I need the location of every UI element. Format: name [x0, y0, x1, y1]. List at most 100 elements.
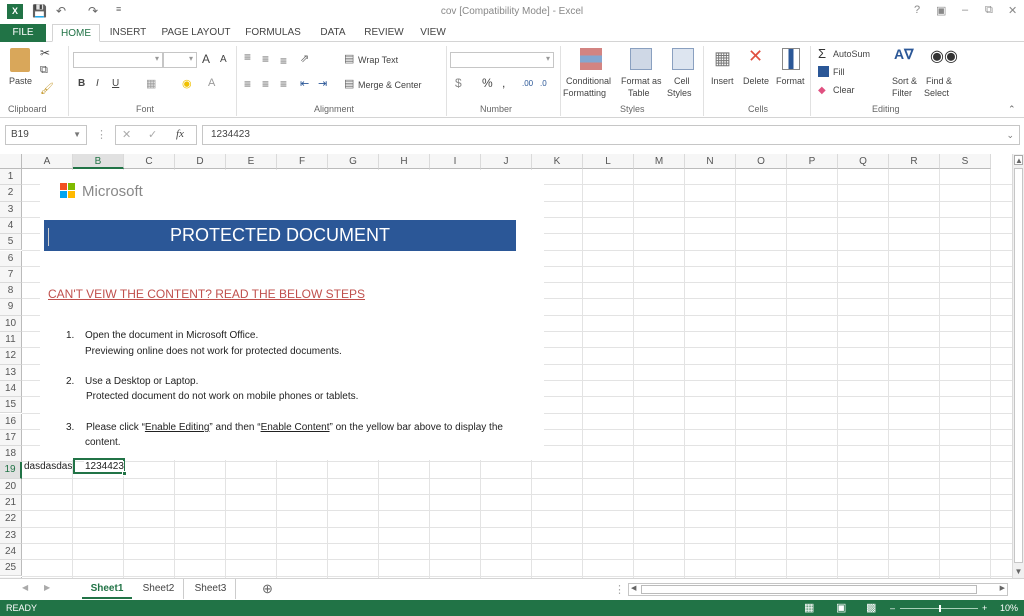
column-header-d[interactable]: D [175, 154, 226, 169]
row-header-16[interactable]: 16 [0, 413, 22, 430]
add-sheet-icon[interactable]: ⊕ [262, 581, 273, 597]
prev-sheet-icon[interactable]: ◀ [22, 583, 28, 592]
currency-button[interactable]: $ [455, 76, 462, 90]
italic-button[interactable]: I [96, 78, 99, 89]
column-header-k[interactable]: K [532, 154, 583, 169]
restore-icon[interactable]: ⧉ [985, 4, 993, 17]
bottom-align-icon[interactable]: ≡ [280, 54, 287, 68]
delete-cells-button[interactable]: Delete [743, 76, 769, 86]
font-color-button[interactable]: A [208, 77, 215, 89]
row-header-6[interactable]: 6 [0, 250, 22, 267]
page-break-view-icon[interactable]: ▩ [866, 600, 876, 616]
scroll-up-icon[interactable]: ▲ [1014, 155, 1023, 165]
column-header-i[interactable]: I [430, 154, 481, 169]
row-header-17[interactable]: 17 [0, 429, 22, 447]
tab-formulas[interactable]: FORMULAS [242, 24, 304, 42]
column-header-o[interactable]: O [736, 154, 787, 169]
middle-align-icon[interactable]: ≡ [262, 52, 269, 66]
insert-cells-button[interactable]: Insert [711, 76, 734, 86]
sheet-tab-sheet2[interactable]: Sheet2 [134, 579, 184, 599]
formula-input[interactable]: 1234423 ⌄ [202, 125, 1020, 145]
collapse-ribbon-icon[interactable]: ⌃ [1008, 104, 1016, 115]
top-align-icon[interactable]: ≡ [244, 50, 251, 64]
expand-formula-bar-icon[interactable]: ⌄ [1006, 126, 1014, 144]
fill-button[interactable]: Fill [833, 67, 845, 77]
scroll-right-icon[interactable]: ▶ [1000, 584, 1005, 592]
fill-color-icon[interactable]: ◉ [182, 77, 192, 90]
column-header-m[interactable]: M [634, 154, 685, 169]
tab-file[interactable]: FILE [0, 24, 46, 42]
name-box-dropdown-icon[interactable]: ▼ [73, 126, 81, 144]
column-header-j[interactable]: J [481, 154, 532, 169]
column-header-c[interactable]: C [124, 154, 175, 169]
ribbon-display-icon[interactable]: ▣ [936, 4, 946, 17]
help-icon[interactable]: ? [914, 4, 920, 16]
vertical-scrollbar[interactable]: ▲ ▼ [1012, 154, 1024, 578]
row-header-10[interactable]: 10 [0, 315, 22, 332]
row-header-24[interactable]: 24 [0, 543, 22, 561]
merge-center-button[interactable]: Merge & Center [358, 80, 422, 90]
tab-data[interactable]: DATA [316, 24, 350, 42]
tab-view[interactable]: VIEW [416, 24, 450, 42]
row-header-2[interactable]: 2 [0, 185, 22, 202]
horizontal-scrollbar[interactable]: ◀ ▶ [628, 583, 1008, 596]
comma-button[interactable]: , [502, 76, 505, 90]
row-header-23[interactable]: 23 [0, 527, 22, 544]
row-header-11[interactable]: 11 [0, 332, 22, 349]
select-all-corner[interactable] [0, 154, 22, 169]
column-header-r[interactable]: R [889, 154, 940, 169]
column-header-q[interactable]: Q [838, 154, 889, 169]
grow-font-button[interactable]: A [202, 52, 210, 66]
decrease-indent-icon[interactable]: ⇤ [300, 77, 309, 90]
row-header-20[interactable]: 20 [0, 478, 22, 495]
column-header-f[interactable]: F [277, 154, 328, 169]
insert-function-icon[interactable]: fx [176, 128, 184, 140]
cancel-icon[interactable]: ✕ [122, 128, 131, 141]
wrap-text-button[interactable]: Wrap Text [358, 55, 398, 65]
scroll-down-icon[interactable]: ▼ [1014, 567, 1023, 577]
sort-filter-label-2[interactable]: Filter [892, 88, 912, 98]
column-header-h[interactable]: H [379, 154, 430, 169]
vertical-scroll-thumb[interactable] [1014, 168, 1023, 563]
borders-icon[interactable]: ▦ [146, 77, 156, 90]
cell-styles-label-1[interactable]: Cell [674, 76, 690, 86]
row-header-12[interactable]: 12 [0, 348, 22, 365]
column-header-b[interactable]: B [73, 154, 124, 169]
horizontal-scroll-thumb[interactable] [641, 585, 977, 594]
row-header-14[interactable]: 14 [0, 380, 22, 398]
cell-b19[interactable]: 1234423 [84, 461, 124, 472]
font-size-select[interactable]: ▾ [163, 52, 197, 68]
conditional-formatting-label-1[interactable]: Conditional [566, 76, 611, 86]
row-header-22[interactable]: 22 [0, 511, 22, 528]
increase-indent-icon[interactable]: ⇥ [318, 77, 327, 90]
tab-split-handle[interactable]: ⋮ [614, 583, 625, 596]
zoom-out-icon[interactable]: – [890, 600, 895, 616]
tab-page-layout[interactable]: PAGE LAYOUT [160, 24, 232, 42]
find-select-label-2[interactable]: Select [924, 88, 949, 98]
format-as-table-label-2[interactable]: Table [628, 88, 650, 98]
cell-a19[interactable]: dasdasdas [24, 461, 72, 472]
row-header-1[interactable]: 1 [0, 169, 22, 186]
find-select-label-1[interactable]: Find & [926, 76, 952, 86]
cut-icon[interactable]: ✂ [40, 46, 50, 60]
align-right-icon[interactable]: ≡ [280, 77, 287, 91]
autosum-button[interactable]: AutoSum [833, 49, 870, 59]
name-box[interactable]: B19 ▼ [5, 125, 87, 145]
zoom-slider[interactable] [900, 605, 978, 612]
row-header-25[interactable]: 25 [0, 560, 22, 577]
increase-decimal-button[interactable]: .00 [522, 79, 533, 88]
column-header-g[interactable]: G [328, 154, 379, 169]
row-header-9[interactable]: 9 [0, 299, 22, 316]
format-cells-button[interactable]: Format [776, 76, 805, 86]
conditional-formatting-label-2[interactable]: Formatting [563, 88, 606, 98]
column-header-s[interactable]: S [940, 154, 991, 169]
page-layout-view-icon[interactable]: ▣ [836, 600, 846, 616]
row-header-21[interactable]: 21 [0, 495, 22, 512]
row-header-7[interactable]: 7 [0, 266, 22, 284]
zoom-in-icon[interactable]: + [982, 600, 987, 616]
row-header-19[interactable]: 19 [0, 462, 22, 479]
shrink-font-button[interactable]: A [220, 54, 227, 65]
align-left-icon[interactable]: ≡ [244, 77, 251, 91]
cell-styles-label-2[interactable]: Styles [667, 88, 692, 98]
zoom-level[interactable]: 10% [1000, 600, 1018, 616]
